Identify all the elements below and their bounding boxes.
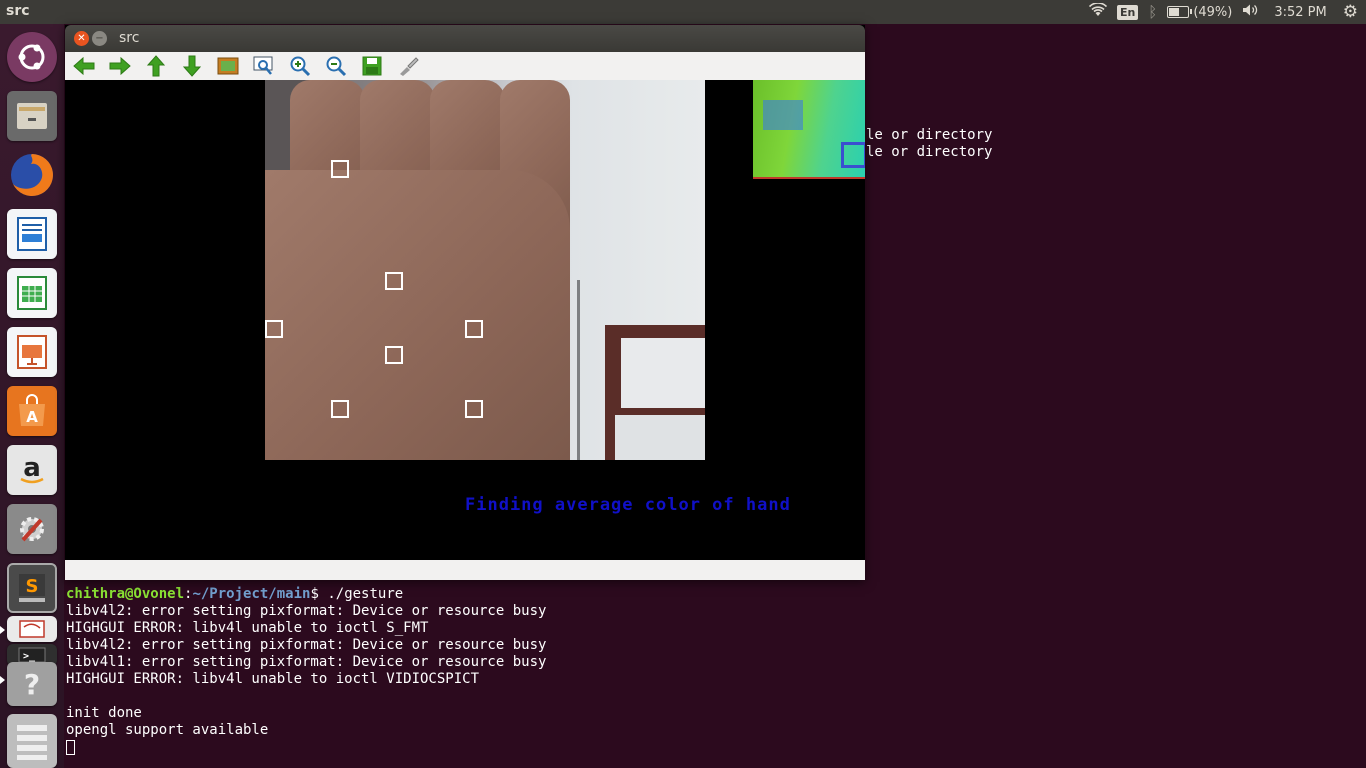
window-title: src (119, 30, 140, 46)
sample-box (265, 320, 283, 338)
prompt-path: ~/Project/main (192, 586, 311, 602)
terminal-output-line: libv4l2: error setting pixformat: Device… (66, 603, 547, 619)
terminal-partial-line-1: le or directory (866, 127, 993, 143)
workspace-switcher-icon[interactable] (7, 714, 57, 768)
text-editor-icon[interactable] (7, 616, 57, 642)
terminal-output-line: init done (66, 705, 142, 721)
battery-icon (1167, 6, 1193, 18)
opencv-window[interactable]: ✕ − src Finding average color of hand (65, 25, 865, 580)
system-settings-icon[interactable] (7, 504, 57, 554)
close-icon[interactable]: ✕ (74, 31, 89, 46)
camera-frame (265, 80, 705, 460)
software-center-icon[interactable]: A (7, 386, 57, 436)
libreoffice-impress-icon[interactable] (7, 327, 57, 377)
bluetooth-icon[interactable]: ᛒ (1148, 3, 1157, 21)
sample-box (465, 400, 483, 418)
terminal-cursor[interactable] (66, 740, 75, 757)
battery-percentage: (49%) (1193, 4, 1233, 20)
pan-down-icon[interactable] (179, 54, 205, 78)
status-overlay-text: Finding average color of hand (465, 495, 791, 515)
launcher: A a S >_ ? (0, 24, 64, 768)
wifi-icon[interactable] (1088, 2, 1108, 21)
svg-text:S: S (26, 576, 39, 597)
save-icon[interactable] (359, 54, 385, 78)
amazon-icon[interactable]: a (7, 445, 57, 495)
system-tray: En ᛒ (49%) 3:52 PM ⚙ (1088, 0, 1358, 24)
sample-box (331, 160, 349, 178)
keyboard-layout-indicator[interactable]: En (1116, 4, 1139, 20)
zoom-region-icon[interactable] (251, 54, 277, 78)
volume-icon[interactable] (1242, 3, 1258, 21)
running-indicator (0, 676, 5, 684)
sublime-text-icon[interactable]: S (7, 563, 57, 613)
help-icon[interactable]: ? (7, 662, 57, 706)
zoom-in-icon[interactable] (287, 54, 313, 78)
prompt-user: chithra@Ovonel (66, 586, 185, 602)
battery-indicator[interactable]: (49%) (1167, 5, 1232, 20)
minimize-icon[interactable]: − (92, 31, 107, 46)
terminal-partial-line-2: le or directory (866, 144, 993, 160)
libreoffice-calc-icon[interactable] (7, 268, 57, 318)
toolbar (65, 52, 865, 80)
top-panel: src En ᛒ (49%) 3:52 PM ⚙ (0, 0, 1366, 24)
svg-text:>_: >_ (23, 651, 36, 662)
terminal-output-line: HIGHGUI ERROR: libv4l unable to ioctl S_… (66, 620, 429, 636)
prompt-symbol: $ (310, 586, 319, 602)
properties-icon[interactable] (395, 54, 421, 78)
gear-icon[interactable]: ⚙ (1343, 2, 1358, 22)
zoom-out-icon[interactable] (323, 54, 349, 78)
active-app-title: src (6, 3, 30, 19)
terminal-prompt[interactable]: chithra@Ovonel:~/Project/main$ ./gesture (66, 586, 403, 603)
terminal-output-line: libv4l2: error setting pixformat: Device… (66, 637, 547, 653)
svg-text:a: a (23, 453, 41, 483)
sample-box (385, 346, 403, 364)
image-canvas[interactable]: Finding average color of hand (65, 80, 865, 560)
clock[interactable]: 3:52 PM (1274, 5, 1326, 20)
libreoffice-writer-icon[interactable] (7, 209, 57, 259)
zoom-fit-icon[interactable] (215, 54, 241, 78)
sample-box (465, 320, 483, 338)
thumbnail-window (753, 80, 865, 179)
ubuntu-dash-icon[interactable] (7, 32, 57, 82)
window-titlebar[interactable]: ✕ − src (65, 25, 865, 52)
sample-box (385, 272, 403, 290)
pan-right-icon[interactable] (107, 54, 133, 78)
status-bar (65, 560, 865, 580)
prompt-command: ./gesture (318, 586, 404, 602)
firefox-icon[interactable] (7, 150, 57, 200)
sample-box (331, 400, 349, 418)
terminal-output-line: libv4l1: error setting pixformat: Device… (66, 654, 547, 670)
running-indicator (0, 626, 5, 634)
terminal-output-line: HIGHGUI ERROR: libv4l unable to ioctl VI… (66, 671, 480, 687)
svg-text:A: A (26, 408, 38, 426)
pan-up-icon[interactable] (143, 54, 169, 78)
terminal-output-line: opengl support available (66, 722, 269, 738)
pan-left-icon[interactable] (71, 54, 97, 78)
files-icon[interactable] (7, 91, 57, 141)
